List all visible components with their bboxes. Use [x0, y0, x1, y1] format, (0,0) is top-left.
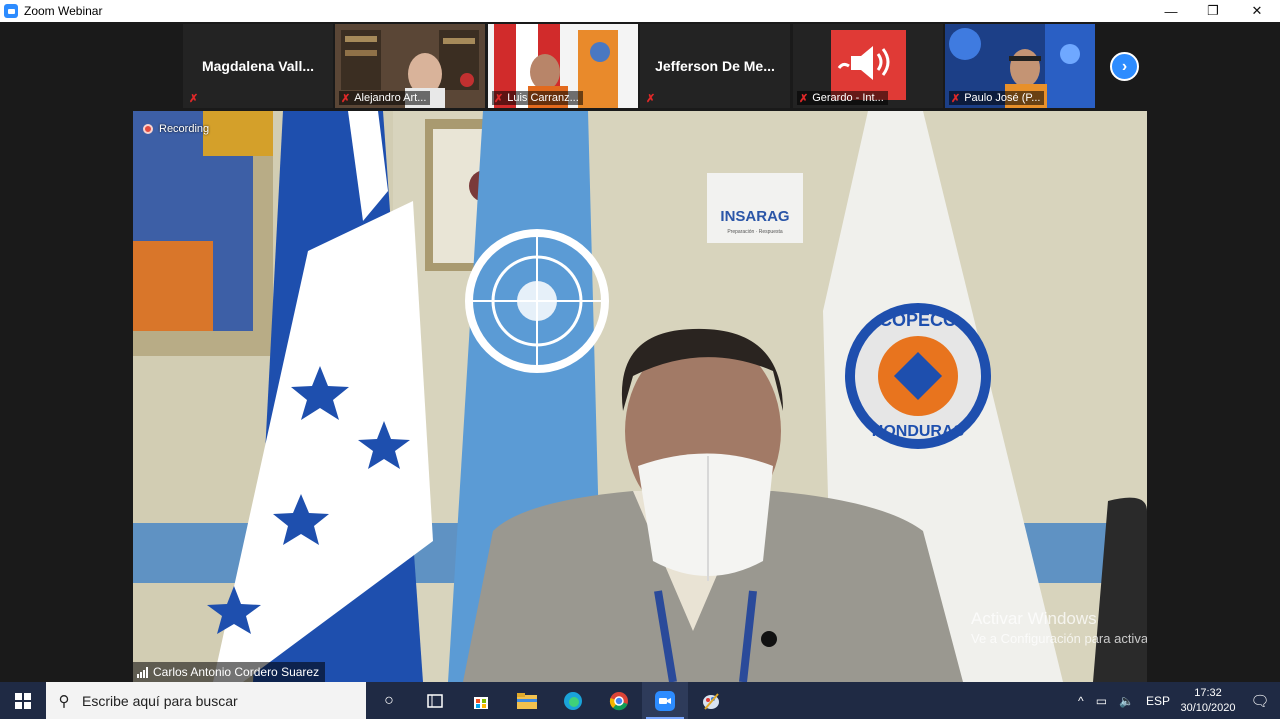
minimize-button[interactable]: —	[1148, 0, 1194, 22]
taskbar-search-box[interactable]: ⚲ Escribe aquí para buscar	[46, 682, 366, 719]
insarag-sign: INSARAG	[720, 208, 789, 225]
edge-icon[interactable]	[550, 682, 596, 719]
zoom-app-icon	[4, 4, 18, 18]
restore-button[interactable]: ❐	[1190, 0, 1236, 22]
windows-taskbar: ⚲ Escribe aquí para buscar ○ ^ ▭ 🔈 ESP 1…	[0, 682, 1280, 719]
participant-label: ✗	[644, 91, 663, 105]
search-icon: ⚲	[58, 692, 70, 710]
muted-mic-icon: ✗	[646, 92, 656, 105]
muted-mic-icon: ✗	[799, 92, 809, 105]
search-placeholder: Escribe aquí para buscar	[82, 692, 238, 709]
muted-mic-icon: ✗	[494, 92, 504, 105]
participant-strip: Magdalena Vall... ✗ ✗ Alejandro Art... ✗…	[0, 22, 1280, 110]
battery-icon[interactable]: ▭	[1096, 694, 1107, 708]
speaker-name: Carlos Antonio Cordero Suarez	[153, 665, 320, 679]
next-page-button[interactable]: ›	[1110, 52, 1139, 81]
store-icon[interactable]	[458, 682, 504, 719]
muted-mic-icon: ✗	[189, 92, 199, 105]
muted-mic-icon: ✗	[951, 92, 961, 105]
participant-name: Jefferson De Me...	[655, 58, 775, 74]
signal-strength-icon	[137, 666, 148, 678]
participant-label: ✗	[187, 91, 206, 105]
cortana-icon[interactable]: ○	[366, 682, 412, 719]
windows-activation-watermark: Activar Windows Ve a Configuración para …	[971, 609, 1147, 646]
participant-label: ✗ Paulo José (P...	[949, 91, 1045, 105]
muted-mic-icon: ✗	[341, 92, 351, 105]
language-indicator[interactable]: ESP	[1146, 694, 1170, 708]
windows-logo-icon	[15, 692, 31, 709]
zoom-taskbar-icon[interactable]	[642, 682, 688, 719]
participant-tile[interactable]: ✗ Alejandro Art...	[335, 24, 485, 108]
speaker-video-scene: INSARAG Preparación · Respuesta COPECO H…	[133, 111, 1147, 682]
participant-tile[interactable]: ✗ Gerardo - Int...	[793, 24, 943, 108]
system-tray: ^ ▭ 🔈 ESP 17:32 30/10/2020 🗨	[1072, 682, 1280, 719]
copeco-logo-top: COPECO	[879, 310, 957, 330]
start-button[interactable]	[0, 682, 46, 719]
paint-icon[interactable]	[688, 682, 734, 719]
participant-name: Magdalena Vall...	[201, 58, 315, 74]
speaker-name-label: Carlos Antonio Cordero Suarez	[133, 662, 326, 682]
watermark-title: Activar Windows	[971, 609, 1097, 628]
participant-tile[interactable]: ✗ Luis Carranz...	[488, 24, 638, 108]
recording-dot-icon	[143, 124, 153, 134]
recording-label: Recording	[159, 123, 210, 135]
close-button[interactable]: ✕	[1234, 0, 1280, 22]
title-bar: Zoom Webinar — ❐ ✕	[0, 0, 1280, 22]
copeco-logo-bottom: HONDURAS	[872, 423, 965, 440]
chrome-icon[interactable]	[596, 682, 642, 719]
clock-time: 17:32	[1194, 686, 1222, 699]
active-speaker-video: INSARAG Preparación · Respuesta COPECO H…	[133, 111, 1147, 682]
participant-tile[interactable]: Jefferson De Me... ✗	[640, 24, 790, 108]
participant-label: ✗ Gerardo - Int...	[797, 91, 888, 105]
file-explorer-icon[interactable]	[504, 682, 550, 719]
participant-tile[interactable]: Magdalena Vall... ✗	[183, 24, 333, 108]
insarag-sign-subtitle: Preparación · Respuesta	[727, 229, 783, 235]
clock[interactable]: 17:32 30/10/2020	[1176, 686, 1240, 716]
watermark-text: Ve a Configuración para activar Windows.	[971, 631, 1147, 646]
recording-indicator: Recording	[143, 123, 209, 135]
clock-date: 30/10/2020	[1180, 701, 1236, 714]
participant-label: ✗ Alejandro Art...	[339, 91, 431, 105]
participant-label: ✗ Luis Carranz...	[492, 91, 583, 105]
show-hidden-icons-chevron-icon[interactable]: ^	[1078, 694, 1084, 708]
window-title: Zoom Webinar	[24, 4, 103, 18]
volume-icon[interactable]: 🔈	[1119, 694, 1134, 708]
task-view-icon[interactable]	[412, 682, 458, 719]
notifications-icon[interactable]: 🗨	[1240, 682, 1280, 719]
participant-tile[interactable]: ✗ Paulo José (P...	[945, 24, 1095, 108]
